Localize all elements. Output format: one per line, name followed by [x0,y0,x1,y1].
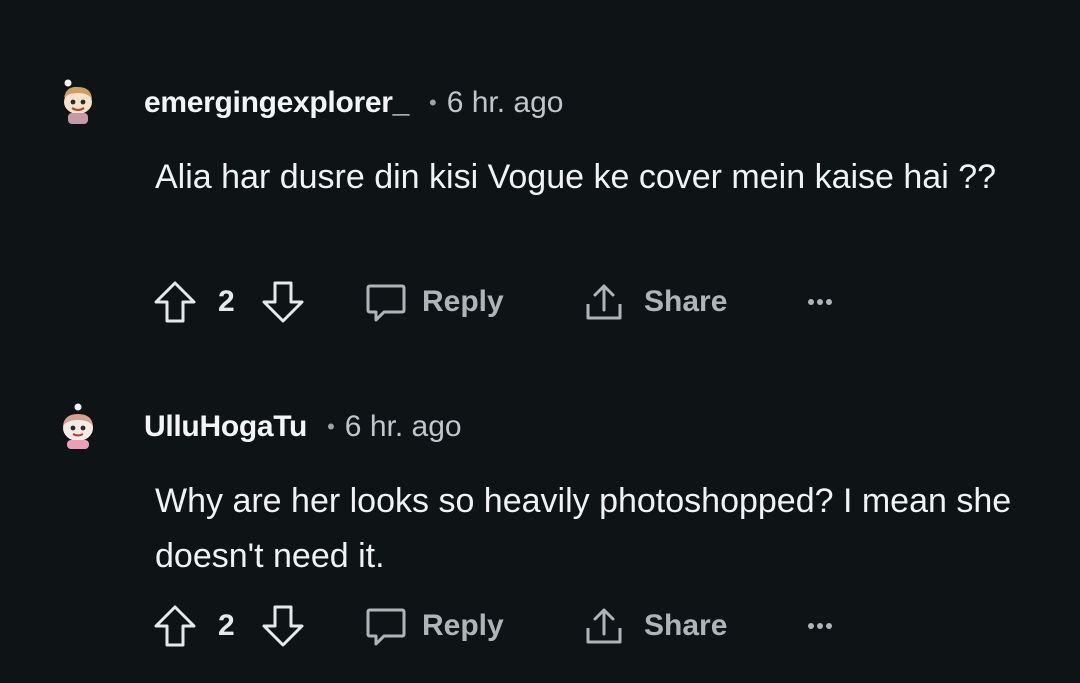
comment-actions: 2 Reply Share [152,278,852,326]
share-label: Share [644,609,728,642]
vote-count-wrap: 2 [218,278,235,326]
meta-separator: • [327,414,335,439]
downvote-button[interactable] [260,278,306,326]
user-avatar[interactable] [58,78,98,126]
upvote-button[interactable] [152,602,198,650]
vote-count: 2 [218,609,235,642]
reply-label: Reply [422,609,504,642]
comment-bubble-icon [366,284,406,322]
comment-text: Why are her looks so heavily photoshoppe… [155,482,1012,575]
comment-meta: UlluHogaTu • 6 hr. ago [144,410,462,444]
share-icon [586,284,622,320]
snoo-avatar-icon [64,79,92,124]
snoo-avatar-icon [63,403,93,449]
more-options-button[interactable] [806,602,838,650]
upvote-arrow-icon [154,281,196,323]
upvote-button[interactable] [152,278,198,326]
comment-text: Alia har dusre din kisi Vogue ke cover m… [155,158,997,196]
more-options-button[interactable] [806,278,838,326]
username[interactable]: emergingexplorer_ [144,86,409,120]
user-avatar[interactable] [58,402,98,450]
timestamp: 6 hr. ago [344,410,462,443]
meta-separator: • [429,90,437,115]
comment-bubble-icon [366,608,406,646]
share-icon [586,608,622,644]
downvote-arrow-icon [262,605,304,647]
reply-button[interactable]: Reply [364,278,504,326]
reply-button[interactable]: Reply [364,602,504,650]
more-dots-icon [808,623,832,629]
more-dots-icon [808,299,832,305]
timestamp: 6 hr. ago [446,86,564,119]
vote-count: 2 [218,285,235,318]
reply-label: Reply [422,285,504,318]
username[interactable]: UlluHogaTu [144,410,307,444]
share-button[interactable]: Share [582,278,727,326]
vote-count-wrap: 2 [218,602,235,650]
downvote-arrow-icon [262,281,304,323]
upvote-arrow-icon [154,605,196,647]
downvote-button[interactable] [260,602,306,650]
share-button[interactable]: Share [582,602,727,650]
share-label: Share [644,285,728,318]
comment-meta: emergingexplorer_ • 6 hr. ago [144,86,563,120]
comment-actions: 2 Reply Share [152,602,852,650]
